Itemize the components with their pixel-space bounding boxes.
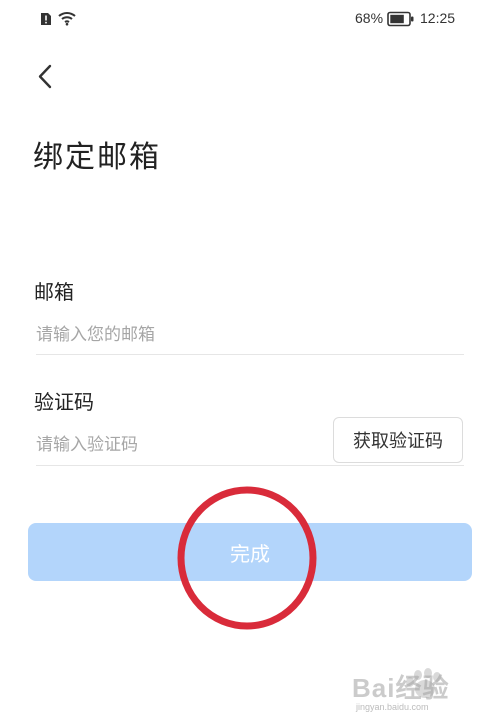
code-divider	[36, 465, 464, 466]
clock: 12:25	[420, 10, 456, 26]
code-label: 验证码	[34, 390, 94, 414]
email-input[interactable]	[36, 322, 456, 348]
watermark-url: jingyan.baidu.com	[356, 702, 429, 712]
battery-percent: 68%	[355, 10, 384, 26]
wifi-icon	[58, 12, 76, 26]
get-code-button[interactable]: 获取验证码	[333, 417, 463, 463]
done-button[interactable]: 完成	[28, 523, 472, 581]
page-title: 绑定邮箱	[33, 140, 161, 175]
watermark-text: Bai经验	[352, 673, 450, 703]
back-button[interactable]	[26, 57, 66, 97]
bind-email-screen: 68% 12:25 绑定邮箱 邮箱 验证码 获取验证码 完成	[0, 0, 500, 719]
sim-alert-icon	[41, 13, 51, 25]
code-input[interactable]	[36, 432, 321, 458]
status-bar: 68% 12:25	[0, 0, 500, 38]
email-divider	[36, 354, 464, 355]
chevron-left-icon	[38, 64, 52, 89]
battery-icon	[387, 11, 414, 27]
email-label: 邮箱	[34, 280, 74, 304]
